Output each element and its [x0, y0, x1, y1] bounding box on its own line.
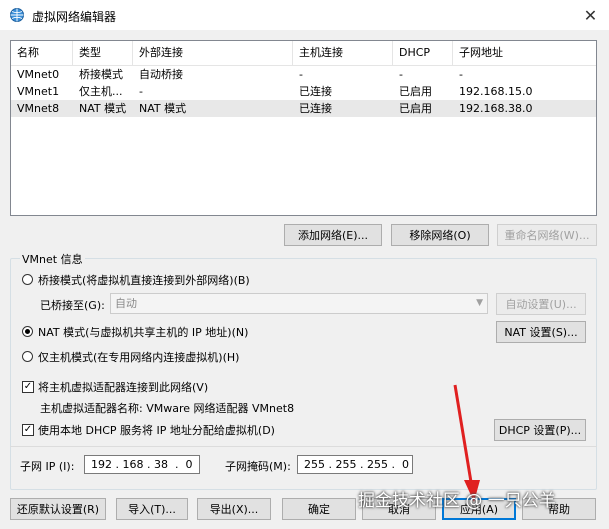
cell-external: 自动桥接 — [139, 68, 183, 81]
nat-mode-label[interactable]: NAT 模式(与虚拟机共享主机的 IP 地址)(N) — [38, 324, 248, 340]
auto-settings-button[interactable]: 自动设置(U)... — [496, 293, 586, 315]
chevron-down-icon: ▼ — [476, 298, 483, 308]
close-icon: ✕ — [583, 5, 598, 25]
table-row[interactable]: VMnet0 桥接模式 自动桥接 - - - — [11, 66, 596, 83]
connect-adapter-label[interactable]: 将主机虚拟适配器连接到此网络(V) — [38, 379, 208, 395]
cell-dhcp: 已启用 — [399, 102, 432, 115]
host-only-mode-radio[interactable] — [22, 351, 33, 362]
cell-type: 仅主机... — [79, 85, 123, 98]
cell-name: VMnet0 — [17, 68, 60, 81]
subnet-ip-field[interactable]: 192 . 168 . 38 . 0 — [84, 455, 200, 474]
subnet-mask-label: 子网掩码(M): — [225, 460, 291, 473]
cell-dhcp: 已启用 — [399, 85, 432, 98]
table-row[interactable]: VMnet1 仅主机... - 已连接 已启用 192.168.15.0 — [11, 83, 596, 100]
title-bar: 虚拟网络编辑器 ✕ — [0, 0, 609, 30]
remove-network-button[interactable]: 移除网络(O) — [391, 224, 489, 246]
column-header-host[interactable]: 主机连接 — [293, 41, 393, 65]
cell-host: 已连接 — [299, 102, 332, 115]
ok-button[interactable]: 确定 — [282, 498, 356, 520]
bridged-to-value: 自动 — [115, 297, 137, 310]
subnet-ip-label: 子网 IP (I): — [20, 460, 75, 473]
bridged-to-select[interactable]: 自动 ▼ — [110, 293, 488, 314]
watermark: 掘金技术社区 @ 一只公羊 — [358, 491, 556, 511]
network-list[interactable]: 名称 类型 外部连接 主机连接 DHCP 子网地址 VMnet0 桥接模式 自动… — [10, 40, 597, 216]
table-row-selected[interactable]: VMnet8 NAT 模式 NAT 模式 已连接 已启用 192.168.38.… — [11, 100, 596, 117]
list-header: 名称 类型 外部连接 主机连接 DHCP 子网地址 — [11, 41, 596, 66]
cell-name: VMnet8 — [17, 102, 60, 115]
column-header-dhcp[interactable]: DHCP — [393, 41, 453, 65]
cell-dhcp: - — [399, 68, 403, 81]
network-globe-icon — [10, 8, 24, 22]
cell-name: VMnet1 — [17, 85, 60, 98]
export-button[interactable]: 导出(X)... — [197, 498, 271, 520]
cell-host: - — [299, 68, 303, 81]
rename-network-button[interactable]: 重命名网络(W)... — [497, 224, 597, 246]
column-header-external[interactable]: 外部连接 — [133, 41, 293, 65]
cell-type: NAT 模式 — [79, 102, 127, 115]
cell-subnet: 192.168.38.0 — [459, 102, 533, 115]
vmnet-info-legend: VMnet 信息 — [20, 251, 85, 267]
dhcp-label[interactable]: 使用本地 DHCP 服务将 IP 地址分配给虚拟机(D) — [38, 422, 275, 438]
subnet-mask-field[interactable]: 255 . 255 . 255 . 0 — [297, 455, 413, 474]
cell-subnet: 192.168.15.0 — [459, 85, 533, 98]
cell-external: - — [139, 85, 143, 98]
host-only-mode-label[interactable]: 仅主机模式(在专用网络内连接虚拟机)(H) — [38, 349, 239, 365]
bridged-mode-label[interactable]: 桥接模式(将虚拟机直接连接到外部网络)(B) — [38, 272, 250, 288]
dhcp-settings-button[interactable]: DHCP 设置(P)... — [494, 419, 586, 441]
connect-adapter-checkbox[interactable]: ✓ — [22, 381, 34, 393]
bridged-to-label: 已桥接至(G): — [40, 299, 105, 312]
nat-mode-radio[interactable] — [22, 326, 33, 337]
add-network-button[interactable]: 添加网络(E)... — [284, 224, 382, 246]
cell-type: 桥接模式 — [79, 68, 123, 81]
window-title: 虚拟网络编辑器 — [32, 10, 117, 24]
divider — [10, 446, 597, 447]
nat-settings-button[interactable]: NAT 设置(S)... — [496, 321, 586, 343]
close-button[interactable]: ✕ — [572, 0, 609, 30]
adapter-name-label: 主机虚拟适配器名称: VMware 网络适配器 VMnet8 — [40, 402, 295, 415]
import-button[interactable]: 导入(T)... — [116, 498, 188, 520]
dhcp-checkbox[interactable]: ✓ — [22, 424, 34, 436]
column-header-name[interactable]: 名称 — [11, 41, 73, 65]
cell-host: 已连接 — [299, 85, 332, 98]
cell-external: NAT 模式 — [139, 102, 187, 115]
bridged-mode-radio[interactable] — [22, 274, 33, 285]
column-header-subnet[interactable]: 子网地址 — [453, 41, 596, 65]
column-header-type[interactable]: 类型 — [73, 41, 133, 65]
cell-subnet: - — [459, 68, 463, 81]
restore-defaults-button[interactable]: 还原默认设置(R) — [10, 498, 106, 520]
